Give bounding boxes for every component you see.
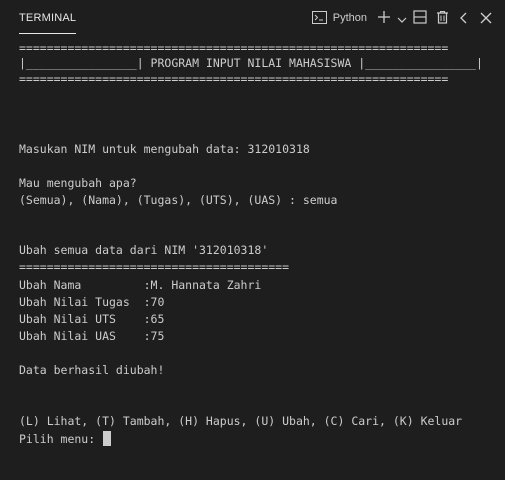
nim-prompt-line: Masukan NIM untuk mengubah data: 3120103… (19, 142, 310, 156)
maximize-panel-button[interactable] (453, 7, 475, 29)
shell-selector[interactable]: Python (311, 7, 373, 29)
panel-header: TERMINAL Python (0, 0, 505, 36)
shell-label: Python (332, 12, 367, 24)
split-icon (413, 9, 427, 28)
terminal-cursor (103, 431, 112, 446)
menu-options-line: (L) Lihat, (T) Tambah, (H) Hapus, (U) Ub… (19, 414, 463, 428)
header-border-top: ========================================… (19, 41, 449, 55)
uas-line: Ubah Nilai UAS :75 (19, 329, 165, 343)
menu-prompt-text: Pilih menu: (19, 432, 103, 446)
name-line: Ubah Nama :M. Hannata Zahri (19, 278, 262, 292)
trash-icon (436, 9, 449, 28)
header-title: |________________| PROGRAM INPUT NILAI M… (19, 56, 483, 70)
tab-terminal[interactable]: TERMINAL (19, 8, 77, 34)
kill-terminal-button[interactable] (431, 7, 453, 29)
terminal-icon (311, 9, 327, 28)
chevron-left-icon (459, 9, 469, 28)
close-panel-button[interactable] (475, 7, 497, 29)
launch-profile-button[interactable] (395, 7, 409, 29)
menu-prompt-line: Pilih menu: (19, 431, 112, 446)
chevron-down-icon (397, 9, 407, 28)
success-message: Data berhasil diubah! (19, 363, 165, 377)
edit-options-line: (Semua), (Nama), (Tugas), (UTS), (UAS) :… (19, 193, 338, 207)
separator-line: ======================================= (19, 260, 290, 274)
header-border-bottom: ========================================… (19, 72, 449, 86)
split-terminal-button[interactable] (409, 7, 431, 29)
edit-heading-line: Ubah semua data dari NIM '312010318' (19, 243, 269, 257)
close-icon (480, 9, 492, 28)
new-terminal-button[interactable] (373, 7, 395, 29)
plus-icon (377, 9, 391, 28)
uts-line: Ubah Nilai UTS :65 (19, 312, 165, 326)
terminal-toolbar: Python (311, 7, 497, 29)
tugas-line: Ubah Nilai Tugas :70 (19, 295, 165, 309)
edit-question-line: Mau mengubah apa? (19, 176, 137, 190)
